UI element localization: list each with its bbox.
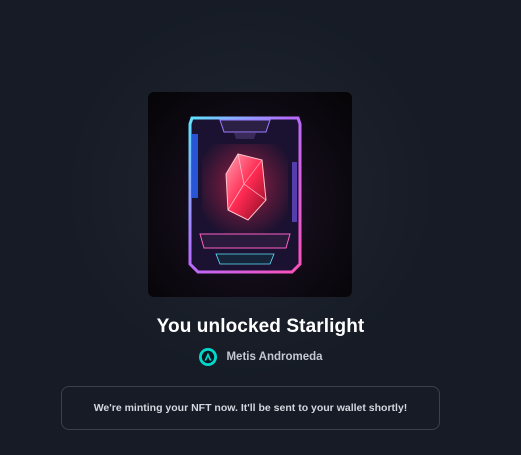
nft-card-artwork xyxy=(188,116,302,274)
nft-image xyxy=(148,92,352,297)
minting-message: We're minting your NFT now. It'll be sen… xyxy=(93,402,408,414)
minting-notice: We're minting your NFT now. It'll be sen… xyxy=(61,386,440,430)
unlock-headline: You unlocked Starlight xyxy=(156,316,365,337)
project-name: Metis Andromeda xyxy=(226,351,323,363)
metis-logo-icon xyxy=(198,347,218,367)
project-info: Metis Andromeda xyxy=(0,347,521,367)
unlock-modal: You unlocked Starlight Metis Andromeda W… xyxy=(0,0,521,455)
